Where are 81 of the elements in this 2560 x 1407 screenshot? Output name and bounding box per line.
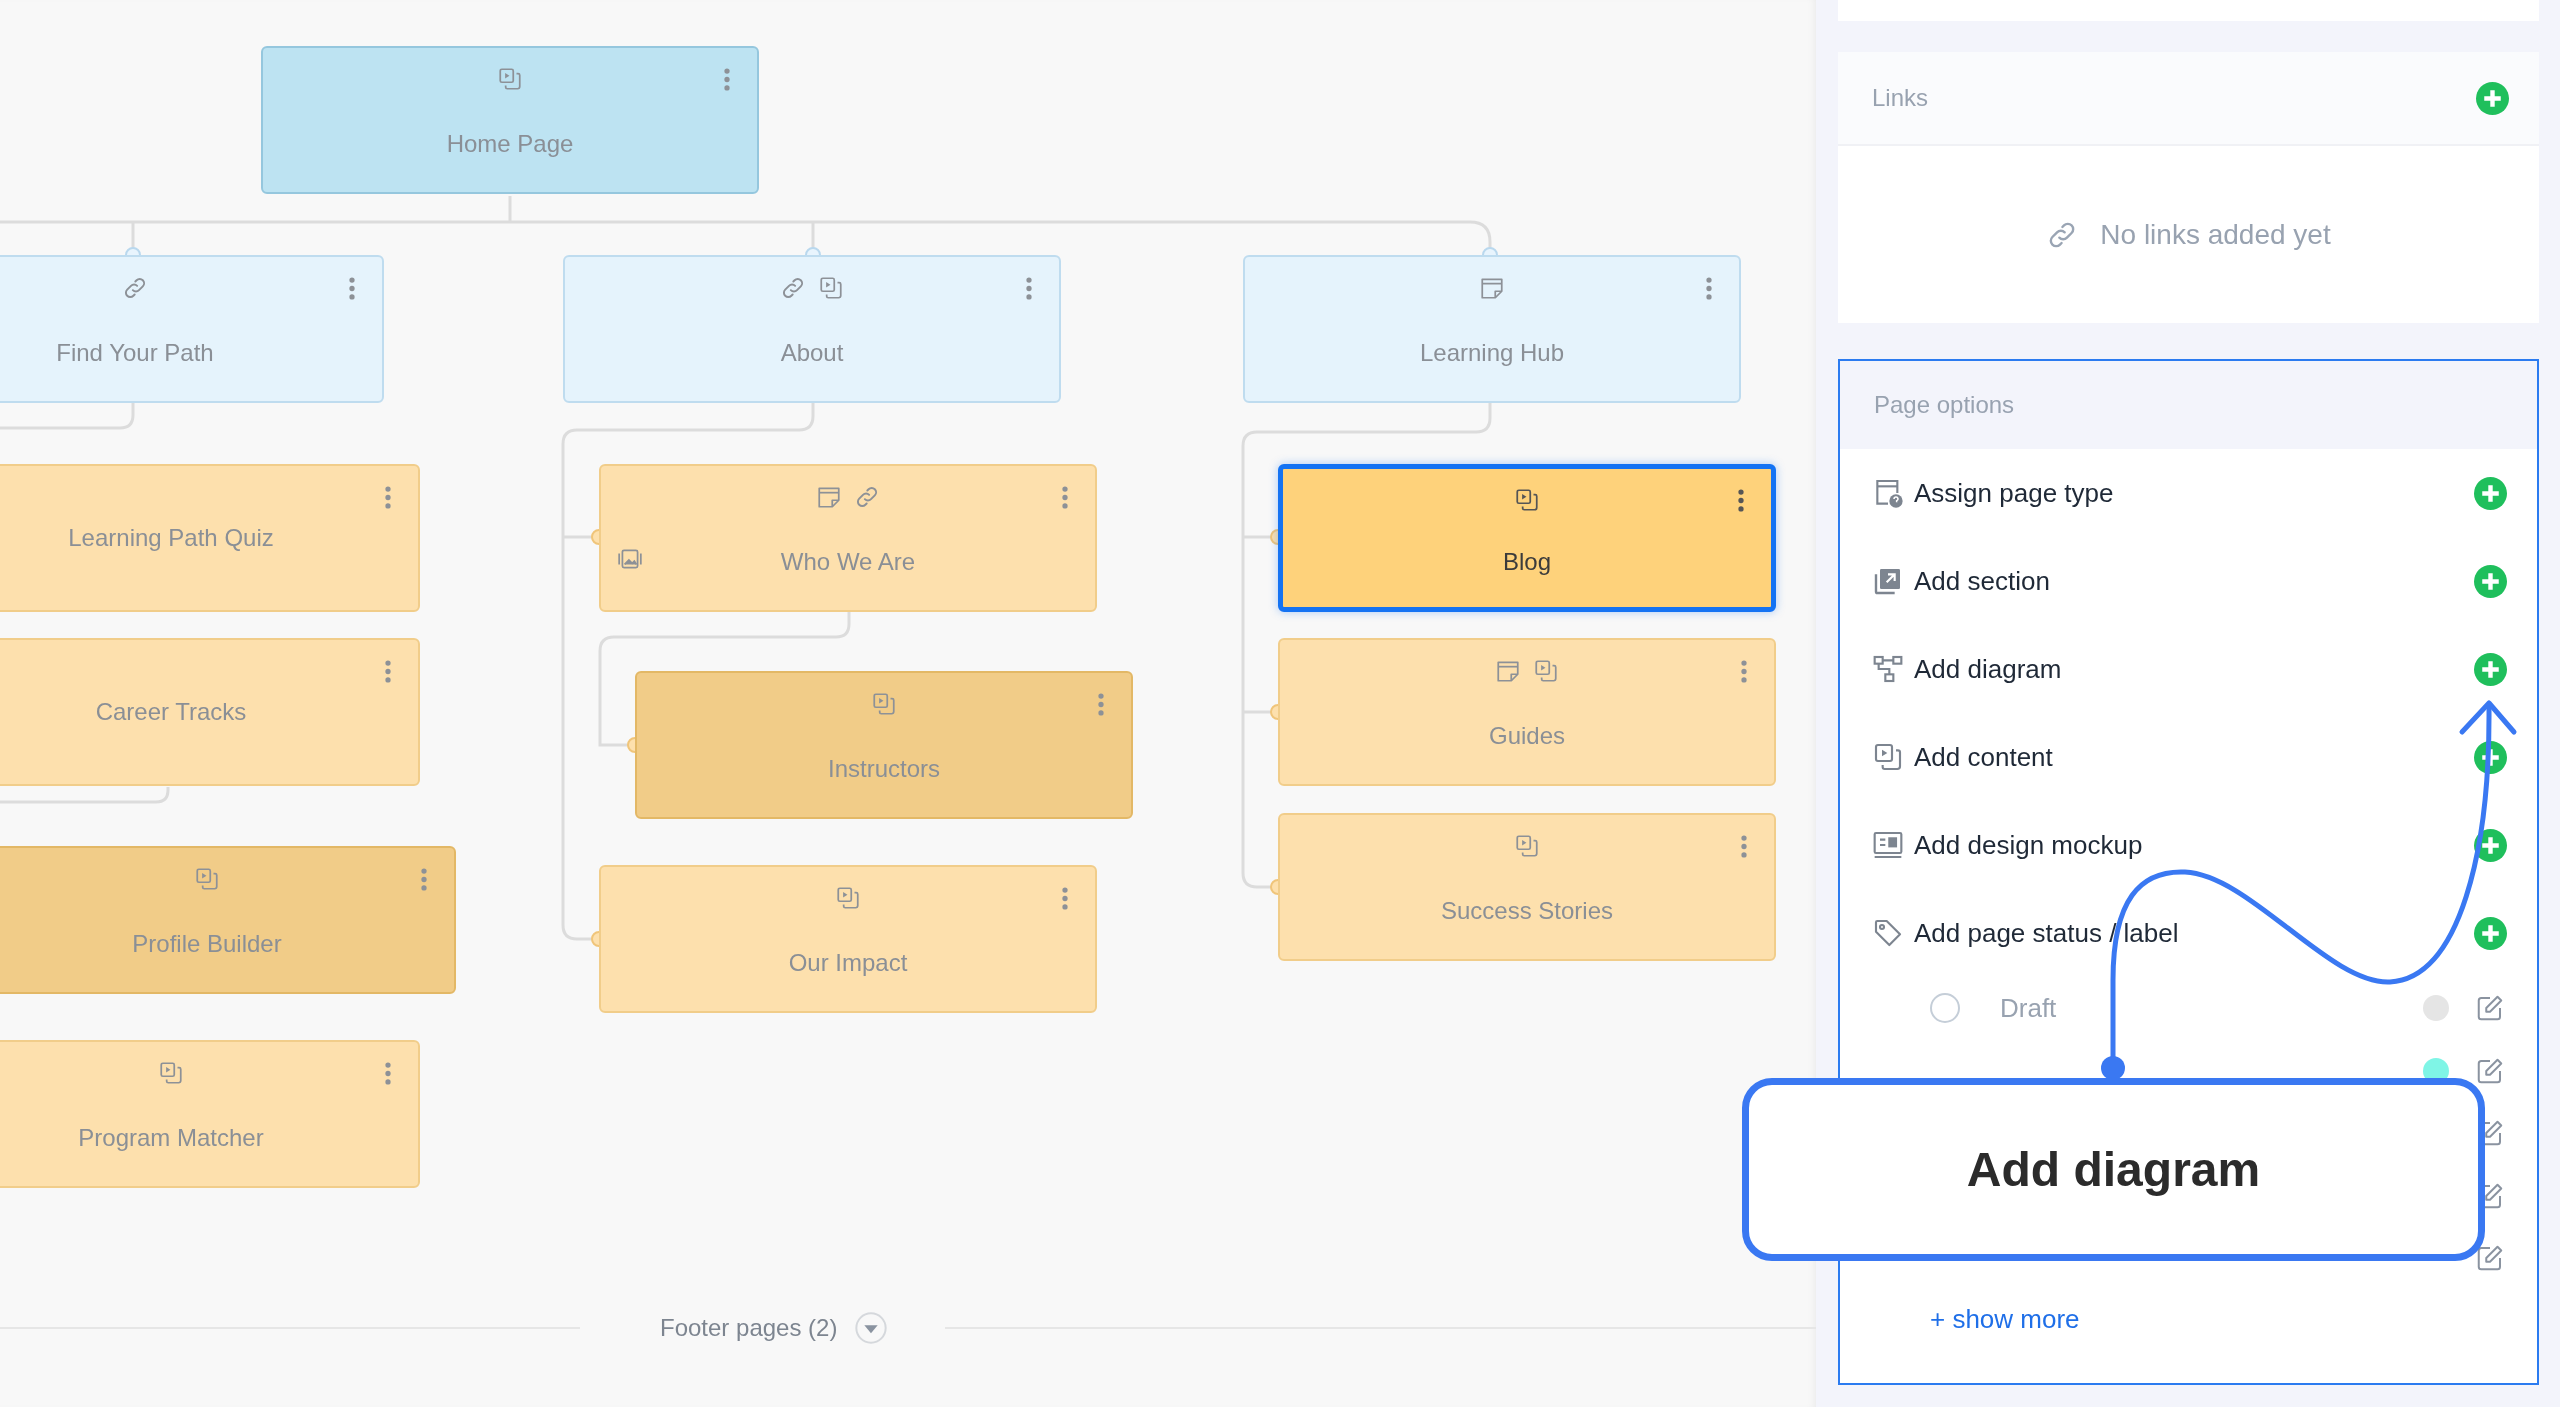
more-icon[interactable] bbox=[1062, 486, 1068, 509]
callout-text: Add diagram bbox=[1966, 1142, 2261, 1197]
link-icon bbox=[122, 275, 148, 301]
node-title: Find Your Path bbox=[56, 339, 214, 367]
radio-button[interactable] bbox=[1930, 993, 1960, 1024]
page-node[interactable]: Our Impact bbox=[599, 865, 1097, 1013]
more-icon[interactable] bbox=[1706, 277, 1712, 300]
option-label[interactable]: Add diagram bbox=[1914, 653, 2474, 685]
page-node[interactable]: Guides bbox=[1278, 638, 1776, 786]
add-icon[interactable] bbox=[2474, 564, 2507, 598]
page-node[interactable]: Blog bbox=[1278, 464, 1776, 612]
add-icon[interactable] bbox=[2474, 476, 2507, 510]
status-label: Draft bbox=[2000, 992, 2058, 1024]
more-icon[interactable] bbox=[1026, 277, 1032, 300]
page-node[interactable]: Learning Path Quiz bbox=[0, 464, 420, 612]
add-icon[interactable] bbox=[2474, 740, 2507, 774]
page-node[interactable]: Find Your Path bbox=[0, 255, 384, 403]
link-icon bbox=[854, 484, 880, 510]
node-title: About bbox=[780, 339, 844, 367]
media-icon bbox=[835, 885, 861, 911]
node-title: Learning Hub bbox=[1419, 339, 1565, 367]
note-icon bbox=[1495, 658, 1521, 684]
node-title: Home Page bbox=[446, 130, 574, 158]
page-node[interactable]: Success Stories bbox=[1278, 813, 1776, 961]
page-node[interactable]: About bbox=[563, 255, 1061, 403]
node-title: Who We Are bbox=[780, 548, 916, 576]
footer-pages-label[interactable]: Footer pages (2) bbox=[660, 1314, 838, 1342]
more-icon[interactable] bbox=[1741, 660, 1747, 683]
screen-icon bbox=[1872, 829, 1904, 861]
option-label[interactable]: Add design mockup bbox=[1914, 829, 2474, 861]
more-icon[interactable] bbox=[385, 1062, 391, 1085]
media-icon bbox=[497, 66, 523, 92]
more-icon[interactable] bbox=[1741, 835, 1747, 858]
more-icon[interactable] bbox=[1738, 489, 1744, 512]
page-node[interactable]: Career Tracks bbox=[0, 638, 420, 786]
media-icon bbox=[194, 866, 220, 892]
node-title: Program Matcher bbox=[78, 1124, 264, 1152]
links-title: Links bbox=[1872, 84, 1929, 112]
more-icon[interactable] bbox=[1062, 887, 1068, 910]
page-node[interactable]: Profile Builder bbox=[0, 846, 456, 994]
media-icon bbox=[1514, 833, 1540, 859]
page-node[interactable]: Program Matcher bbox=[0, 1040, 420, 1188]
more-icon[interactable] bbox=[385, 486, 391, 509]
page-node[interactable]: Learning Hub bbox=[1243, 255, 1741, 403]
node-title: Profile Builder bbox=[132, 930, 282, 958]
add-icon[interactable] bbox=[2476, 81, 2509, 115]
add-icon[interactable] bbox=[2474, 828, 2507, 862]
node-title: Career Tracks bbox=[95, 698, 247, 726]
more-icon[interactable] bbox=[724, 68, 730, 91]
media-icon bbox=[1872, 741, 1904, 773]
media-icon bbox=[818, 275, 844, 301]
show-more-link[interactable]: + show more bbox=[1930, 1303, 2080, 1335]
add-icon[interactable] bbox=[2474, 652, 2507, 686]
page-node[interactable]: Home Page bbox=[261, 46, 759, 194]
node-title: Instructors bbox=[828, 755, 940, 783]
page-node[interactable]: Who We Are bbox=[599, 464, 1097, 612]
option-label[interactable]: Add section bbox=[1914, 565, 2474, 597]
more-icon[interactable] bbox=[385, 660, 391, 683]
node-title: Guides bbox=[1488, 722, 1565, 750]
note-icon bbox=[816, 484, 842, 510]
node-title: Blog bbox=[1502, 548, 1551, 576]
media-icon bbox=[158, 1060, 184, 1086]
add-icon[interactable] bbox=[2474, 916, 2507, 950]
node-title: Our Impact bbox=[788, 949, 908, 977]
dropdown-icon[interactable] bbox=[855, 1312, 888, 1344]
empty-message: No links added yet bbox=[2100, 218, 2331, 251]
media-icon bbox=[871, 691, 897, 717]
option-label[interactable]: Add content bbox=[1914, 741, 2474, 773]
page-node[interactable]: Instructors bbox=[635, 671, 1133, 819]
tag-icon bbox=[1872, 917, 1904, 949]
media-icon bbox=[1533, 658, 1559, 684]
link-icon bbox=[780, 275, 806, 301]
diagram-icon bbox=[1872, 653, 1904, 685]
more-icon[interactable] bbox=[349, 277, 355, 300]
option-label[interactable]: Assign page type bbox=[1914, 477, 2474, 509]
page-options-title: Page options bbox=[1874, 391, 2015, 419]
note-icon bbox=[1479, 275, 1505, 301]
node-title: Success Stories bbox=[1440, 897, 1614, 925]
node-title: Learning Path Quiz bbox=[68, 524, 274, 552]
image-frame-icon bbox=[617, 546, 643, 572]
media-icon bbox=[1514, 487, 1540, 513]
